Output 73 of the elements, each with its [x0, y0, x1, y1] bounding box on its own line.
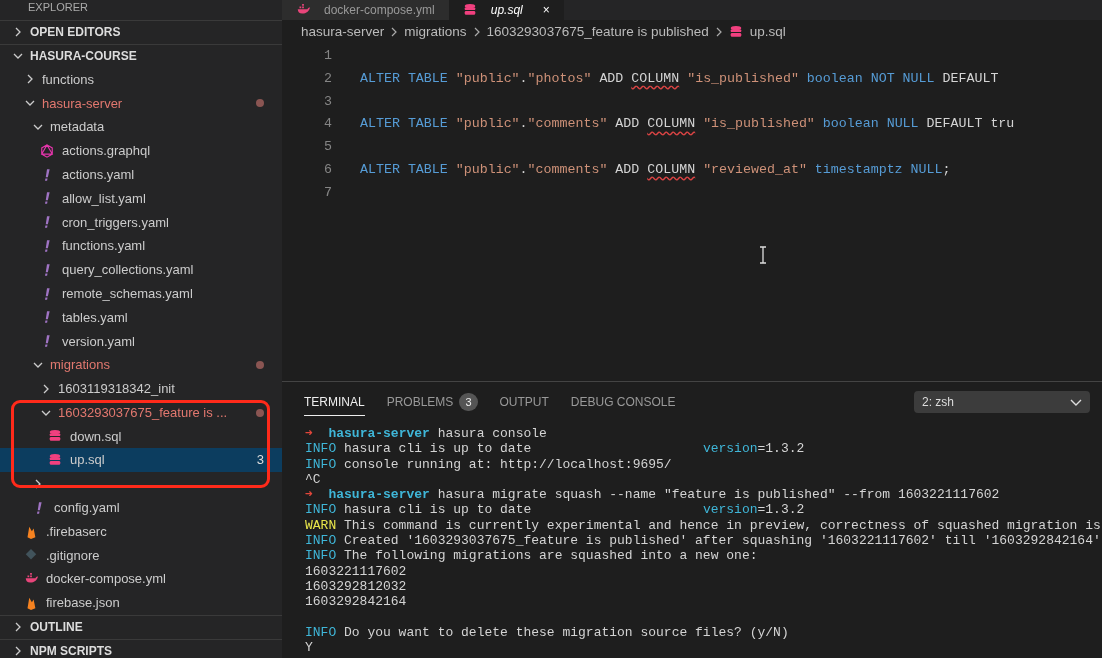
line-number: 1 — [323, 47, 333, 66]
tree-item[interactable]: allow_list.yaml — [0, 186, 282, 211]
tree-item[interactable]: config.yaml — [0, 495, 282, 520]
tree-item[interactable]: query_collections.yaml — [0, 257, 282, 282]
line-number: 2 — [323, 70, 333, 89]
tree-item[interactable]: functions — [0, 67, 282, 92]
tree-item[interactable]: .gitignore — [0, 543, 282, 568]
editor-tab[interactable]: docker-compose.yml — [282, 0, 449, 20]
terminal-line: INFO hasura cli is up to date version=1.3.2 — [305, 441, 805, 457]
tree-item[interactable]: actions.yaml — [0, 162, 282, 187]
tree-item[interactable]: 1603119318342_init — [0, 376, 282, 401]
terminal-line: ^C — [305, 471, 321, 487]
tree-item[interactable]: actions.graphql — [0, 139, 282, 163]
code-line: ALTER TABLE "public"."comments" ADD COLUMN "is_published" boolean NULL DEFAULT tru — [360, 115, 1015, 134]
section-header[interactable]: NPM SCRIPTS — [0, 638, 282, 658]
panel-tab[interactable]: PROBLEMS 3 — [386, 388, 478, 416]
terminal-line: INFO Created '1603293037675_feature is published' after squashing '1603221117602' till '1603292842164' — [305, 533, 1101, 549]
tree-item[interactable]: cron_triggers.yaml — [0, 210, 282, 235]
tree-item[interactable]: hasura-server — [0, 91, 282, 116]
tree-item[interactable]: 1603293037675_feature is ... — [0, 400, 282, 425]
tree-item[interactable]: migrations — [0, 353, 282, 377]
section-header[interactable]: OPEN EDITORS — [0, 20, 282, 44]
tree-item[interactable]: .firebaserc — [0, 519, 282, 544]
terminal-line: ➜ hasura-server hasura migrate squash --name "feature is published" --from 1603221117602 — [305, 487, 1000, 503]
text-cursor-icon — [758, 246, 768, 264]
problem-count: 3 — [256, 451, 264, 470]
modified-dot — [256, 408, 264, 417]
terminal-line: 1603221117602 — [305, 563, 407, 579]
chevron-down-icon — [1070, 397, 1082, 407]
tree-item[interactable]: version.yaml — [0, 329, 282, 354]
breadcrumb-item[interactable]: hasura-server — [301, 21, 385, 43]
tree-item[interactable]: up.sql 3 — [0, 448, 282, 473]
database-icon — [728, 25, 743, 39]
tree-item[interactable]: metadata — [0, 115, 282, 139]
terminal-line: 1603292842164 — [305, 594, 407, 610]
tree-item[interactable]: remote_schemas.yaml — [0, 281, 282, 306]
panel-tab[interactable]: DEBUG CONSOLE — [570, 389, 676, 415]
sidebar-title: EXPLORER — [27, 0, 89, 15]
line-number: 4 — [323, 115, 333, 134]
breadcrumb-item[interactable]: 1603293037675_feature is published — [486, 21, 709, 43]
terminal-line: INFO console running at: http://localhost:9695/ — [305, 456, 672, 472]
modified-dot — [256, 99, 264, 108]
terminal-line: INFO The following migrations are squashed into a new one: — [305, 548, 758, 564]
breadcrumb-item[interactable]: up.sql — [749, 21, 786, 43]
terminal-line: WARN This command is currently experimental and hence in preview, correctness of squashed migration is — [305, 517, 1101, 533]
section-header[interactable]: OUTLINE — [0, 614, 282, 639]
editor-tab[interactable]: up.sql × — [448, 0, 564, 20]
code-line: ALTER TABLE "public"."photos" ADD COLUMN "is_published" boolean NOT NULL DEFAULT — [360, 70, 999, 89]
line-number: 7 — [323, 183, 333, 202]
hexagon-icon — [40, 143, 54, 158]
line-number: 5 — [323, 138, 333, 157]
terminal-line: INFO hasura cli is up to date version=1.3.2 — [305, 502, 805, 518]
panel-tab[interactable]: TERMINAL — [304, 388, 365, 416]
terminal-line: INFO Do you want to delete these migration source files? (y/N) — [305, 624, 789, 640]
database-icon — [462, 3, 477, 17]
tree-item[interactable]: tables.yaml — [0, 305, 282, 330]
modified-dot — [256, 361, 264, 370]
tree-item[interactable]: firebase.json — [0, 591, 282, 615]
code-line: ALTER TABLE "public"."comments" ADD COLUMN "reviewed_at" timestamptz NULL; — [360, 160, 951, 179]
terminal-line: Y — [305, 640, 313, 656]
tree-item[interactable]: docker-compose.yml — [0, 567, 282, 592]
tree-item[interactable]: functions.yaml — [0, 234, 282, 258]
terminal-select[interactable]: 2: zsh — [914, 391, 1090, 413]
line-number: 3 — [323, 92, 333, 111]
terminal-line: ➜ hasura-server hasura console — [305, 426, 547, 441]
terminal-line: 1603292812032 — [305, 578, 407, 594]
line-number: 6 — [323, 160, 333, 179]
breadcrumb-item[interactable]: migrations — [404, 21, 467, 43]
tree-item[interactable]: down.sql — [0, 424, 282, 449]
database-icon — [48, 429, 62, 444]
database-icon — [48, 453, 62, 468]
section-header[interactable]: HASURA-COURSE — [0, 43, 282, 68]
panel-tab[interactable]: OUTPUT — [499, 389, 549, 415]
